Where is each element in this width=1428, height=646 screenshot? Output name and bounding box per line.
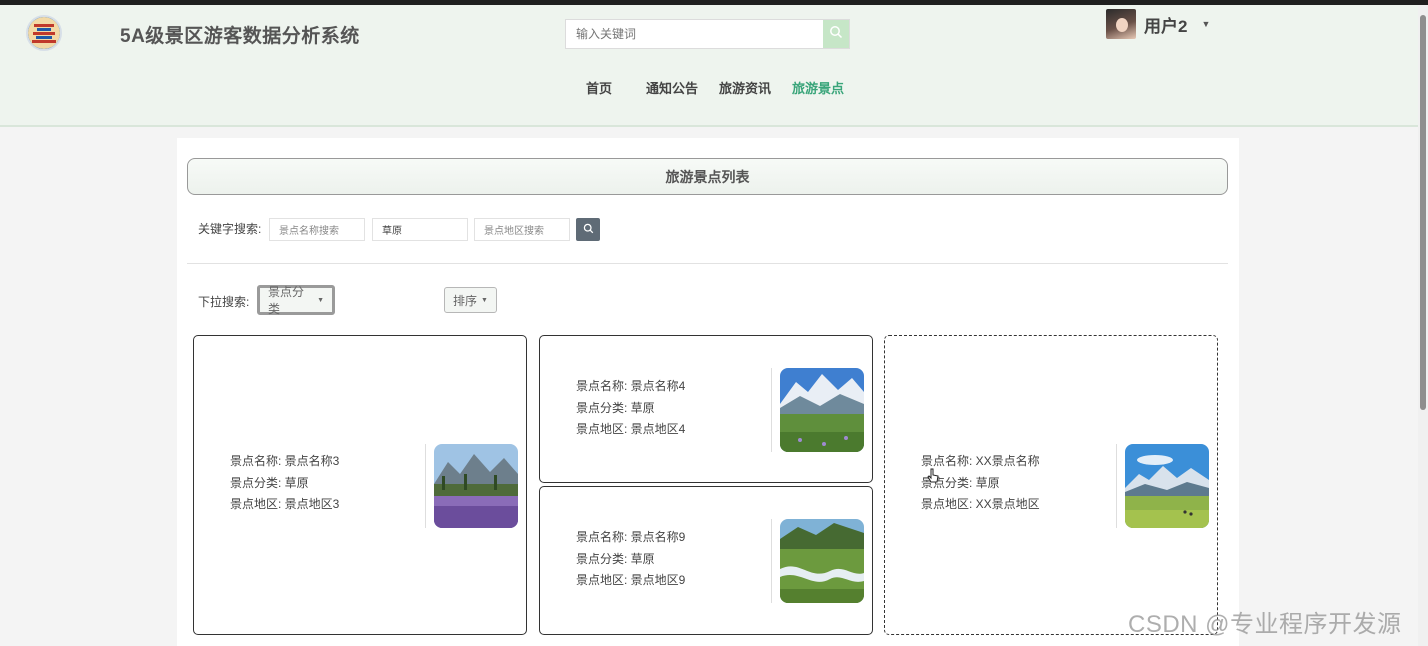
card-region: 景点地区: 景点地区3 xyxy=(230,497,340,511)
dropdown-search-label: 下拉搜索: xyxy=(198,295,250,309)
card-image-river-valley[interactable] xyxy=(780,519,864,603)
header-search xyxy=(565,19,850,49)
card-image-grassland[interactable] xyxy=(1125,444,1209,528)
card-category: 景点分类: 草原 xyxy=(576,551,655,566)
nav-notices[interactable]: 通知公告 xyxy=(646,78,698,97)
header-bar: 5A级景区游客数据分析系统 用户2 ▼ 首页 通知公告 旅游资讯 旅游景点 xyxy=(0,5,1418,127)
card-category: 景点分类: 草原 xyxy=(230,475,309,490)
caret-down-icon: ▼ xyxy=(317,296,324,304)
category-dropdown-label: 景点分类 xyxy=(268,285,305,316)
main-content: 旅游景点列表 关键字搜索: 景点名称搜索 草原 景点地区搜索 下拉搜索: 景点分… xyxy=(177,138,1239,646)
divider xyxy=(187,263,1228,264)
sort-dropdown-label: 排序 xyxy=(453,293,478,308)
card-info: 景点名称: 景点名称9 景点分类: 草原 景点地区: 景点地区9 xyxy=(576,527,685,592)
keyword-search-label: 关键字搜索: xyxy=(198,222,262,236)
logo-icon[interactable] xyxy=(26,15,62,51)
card-image-lavender[interactable] xyxy=(434,444,518,528)
user-menu[interactable]: 用户2 ▼ xyxy=(1106,9,1210,39)
category-dropdown[interactable]: 景点分类 ▼ xyxy=(257,285,335,316)
card-region: 景点地区: 景点地区4 xyxy=(576,422,686,436)
card-name: 景点名称: 景点名称9 xyxy=(576,530,686,544)
search-icon xyxy=(829,25,843,44)
chevron-down-icon[interactable]: ▼ xyxy=(1201,19,1210,29)
page-scrollbar[interactable] xyxy=(1418,5,1428,646)
caret-down-icon: ▼ xyxy=(481,296,488,304)
card-info: 景点名称: 景点名称4 景点分类: 草原 景点地区: 景点地区4 xyxy=(576,376,685,441)
csdn-watermark: CSDN @专业程序开发源 xyxy=(1128,611,1402,638)
attraction-card[interactable]: 景点名称: 景点名称9 景点分类: 草原 景点地区: 景点地区9 xyxy=(539,486,873,635)
card-separator xyxy=(1116,444,1117,528)
card-separator xyxy=(771,519,772,603)
list-title: 旅游景点列表 xyxy=(187,158,1228,195)
nav-travel-news[interactable]: 旅游资讯 xyxy=(719,78,771,97)
nav-home[interactable]: 首页 xyxy=(586,78,612,97)
card-separator xyxy=(425,444,426,528)
card-info: 景点名称: 景点名称3 景点分类: 草原 景点地区: 景点地区3 xyxy=(230,451,339,516)
avatar[interactable] xyxy=(1106,9,1136,39)
name-search-input[interactable]: 景点名称搜索 xyxy=(269,218,365,241)
card-separator xyxy=(771,368,772,452)
header-search-input[interactable] xyxy=(566,20,823,48)
card-category: 景点分类: 草原 xyxy=(576,400,655,415)
card-name: 景点名称: 景点名称3 xyxy=(230,454,340,468)
app-title: 5A级景区游客数据分析系统 xyxy=(120,26,360,47)
category-search-input[interactable]: 草原 xyxy=(372,218,468,241)
nav-attractions[interactable]: 旅游景点 xyxy=(792,78,844,97)
region-search-input[interactable]: 景点地区搜索 xyxy=(474,218,570,241)
card-region: 景点地区: XX景点地区 xyxy=(921,497,1040,511)
user-name: 用户2 xyxy=(1144,16,1188,36)
mouse-cursor xyxy=(927,468,939,489)
attraction-card[interactable]: 景点名称: 景点名称3 景点分类: 草原 景点地区: 景点地区3 xyxy=(193,335,527,635)
keyword-search-button[interactable] xyxy=(576,218,600,241)
sort-dropdown[interactable]: 排序 ▼ xyxy=(444,287,497,313)
card-name: 景点名称: 景点名称4 xyxy=(576,379,686,393)
card-image-snow-mountain[interactable] xyxy=(780,368,864,452)
header-search-button[interactable] xyxy=(823,20,849,48)
attraction-card[interactable]: 景点名称: 景点名称4 景点分类: 草原 景点地区: 景点地区4 xyxy=(539,335,873,483)
scrollbar-thumb[interactable] xyxy=(1420,15,1426,410)
search-icon xyxy=(583,221,594,239)
card-region: 景点地区: 景点地区9 xyxy=(576,573,686,587)
